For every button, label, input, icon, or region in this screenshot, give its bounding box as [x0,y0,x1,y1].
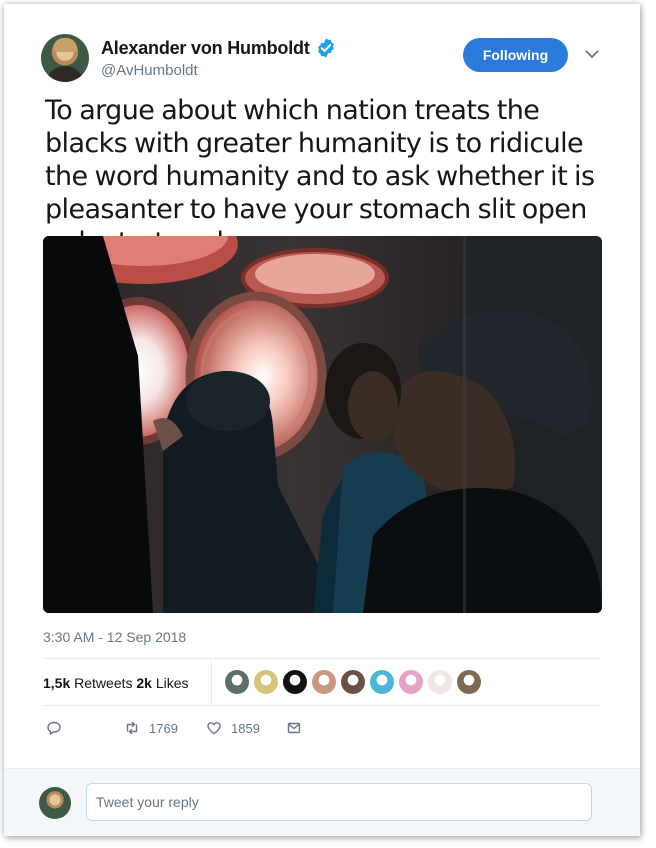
retweet-count: 1769 [149,720,178,736]
stats-separator [211,659,212,704]
liker-avatar[interactable] [283,670,307,694]
verified-badge-icon [317,38,334,58]
liker-avatar[interactable] [341,670,365,694]
author-handle[interactable]: @AvHumboldt [101,62,198,79]
reply-icon [47,721,61,735]
direct-message-button[interactable] [286,720,311,736]
following-button[interactable]: Following [463,38,568,72]
tweet-photo-image [43,236,602,613]
retweets-label: Retweets [74,675,133,691]
tweet-card: Alexander von Humboldt @AvHumboldt Follo… [4,4,640,836]
likes-label: Likes [155,675,189,691]
retweets-count: 1,5k [43,675,71,691]
author-avatar[interactable] [41,34,89,82]
tweet-timestamp[interactable]: 3:30 AM - 12 Sep 2018 [43,629,186,645]
divider [43,705,600,706]
liker-avatar[interactable] [370,670,394,694]
author-display-name[interactable]: Alexander von Humboldt [101,38,310,59]
likes-count: 2k [136,675,152,691]
envelope-icon [287,722,301,734]
reply-input[interactable] [86,783,592,821]
liker-avatar[interactable] [225,670,249,694]
current-user-avatar[interactable] [39,787,71,819]
like-count: 1859 [231,720,260,736]
author-name-row: Alexander von Humboldt [101,37,337,59]
liker-avatar[interactable] [399,670,423,694]
divider [43,658,600,659]
heart-icon [207,722,221,735]
reply-button[interactable] [46,720,71,736]
liker-avatars [225,670,486,694]
liker-avatar[interactable] [254,670,278,694]
liker-avatar[interactable] [457,670,481,694]
liker-avatar[interactable] [428,670,452,694]
liker-avatar[interactable] [312,670,336,694]
retweet-button[interactable]: 1769 [124,720,178,736]
retweet-icon [126,721,138,735]
reply-bar [4,768,640,836]
chevron-down-icon[interactable] [584,46,600,62]
likes-stat[interactable]: 2k Likes [136,675,188,691]
like-button[interactable]: 1859 [206,720,260,736]
tweet-stats: 1,5k Retweets 2k Likes [43,675,189,691]
tweet-text: To argue about which nation treats the b… [45,95,595,258]
retweets-stat[interactable]: 1,5k Retweets [43,675,133,691]
tweet-photo[interactable] [43,236,602,613]
